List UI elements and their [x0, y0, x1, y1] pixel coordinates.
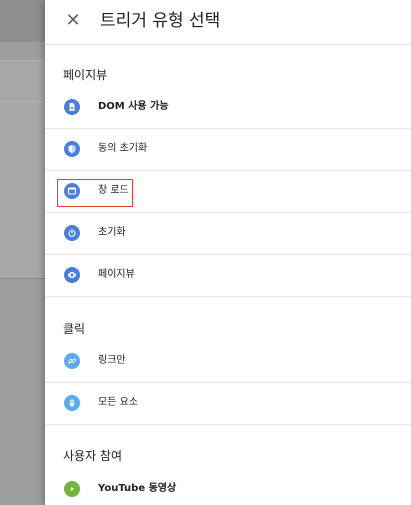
link-icon [64, 353, 80, 369]
background-divider [0, 60, 45, 61]
section-label-click: 클릭 [63, 322, 86, 336]
trigger-item-label: 초기화 [98, 227, 126, 238]
trigger-item-initialization[interactable]: 초기화 [45, 212, 411, 255]
trigger-item-label: YouTube 동영상 [98, 483, 177, 494]
background-toolbar [0, 0, 45, 42]
trigger-type-panel: ✕ 트리거 유형 선택 페이지뷰 DOM 사용 가능 동의 초기화 창 로드 초… [45, 0, 411, 505]
section-label-pageview: 페이지뷰 [63, 68, 108, 82]
close-icon[interactable]: ✕ [63, 11, 83, 31]
trigger-item-dom-ready[interactable]: DOM 사용 가능 [45, 86, 411, 129]
page-title: 트리거 유형 선택 [100, 11, 221, 31]
trigger-item-label: 모든 요소 [98, 397, 138, 408]
background-card [0, 60, 45, 278]
shield-icon [64, 141, 80, 157]
background-divider [0, 278, 45, 279]
trigger-item-all-elements[interactable]: 모든 요소 [45, 382, 411, 425]
trigger-item-consent-init[interactable]: 동의 초기화 [45, 128, 411, 171]
power-icon [64, 225, 80, 241]
panel-header: ✕ 트리거 유형 선택 [45, 0, 411, 45]
play-icon [64, 481, 80, 497]
section-label-engagement: 사용자 참여 [63, 449, 123, 463]
background-divider [0, 101, 45, 102]
background-overlay[interactable] [0, 0, 45, 505]
eye-icon [64, 267, 80, 283]
trigger-item-just-links[interactable]: 링크만 [45, 340, 411, 383]
document-icon [64, 99, 80, 115]
trigger-item-label: 링크만 [98, 355, 126, 366]
trigger-item-youtube-video[interactable]: YouTube 동영상 [45, 468, 411, 505]
mouse-icon [64, 395, 80, 411]
selection-highlight [57, 179, 133, 207]
trigger-item-label: 동의 초기화 [98, 143, 148, 154]
trigger-item-label: DOM 사용 가능 [98, 101, 169, 112]
trigger-item-page-view[interactable]: 페이지뷰 [45, 254, 411, 297]
trigger-item-label: 페이지뷰 [98, 269, 135, 280]
